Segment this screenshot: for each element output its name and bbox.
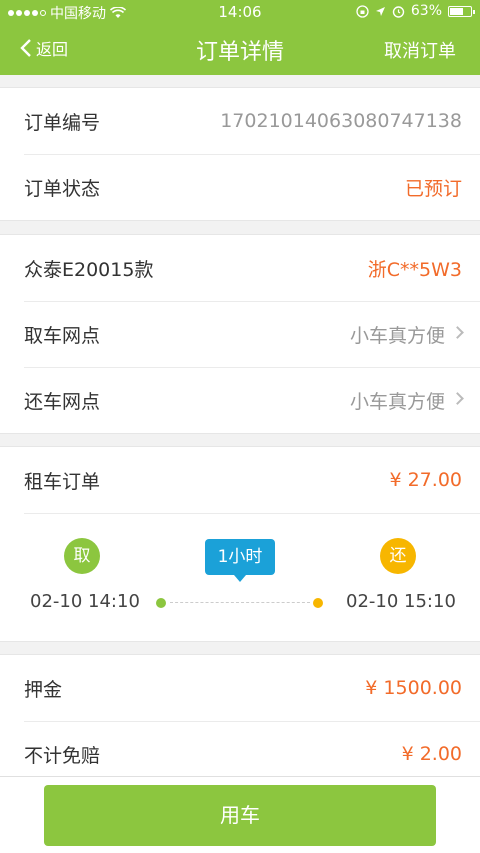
insurance-label: 不计免赔 xyxy=(24,744,101,767)
vehicle-row: 众泰E20015款 浙C**5W3 xyxy=(0,235,480,301)
pickup-location-row[interactable]: 取车网点 小车真方便 xyxy=(0,301,480,367)
end-dot xyxy=(313,598,323,608)
header: 中国移动 14:06 63% 返回 订单详情 取消订单 xyxy=(0,0,480,75)
chevron-right-icon xyxy=(451,391,464,405)
battery-fill xyxy=(450,7,463,15)
pickup-location-label: 取车网点 xyxy=(24,324,101,347)
order-number-label: 订单编号 xyxy=(24,111,101,134)
start-time: 02-10 14:10 xyxy=(30,591,140,612)
rental-order-price: ¥ 27.00 xyxy=(389,469,462,491)
deposit-label: 押金 xyxy=(24,678,63,701)
location-icon xyxy=(375,6,385,16)
lock-rotation-icon xyxy=(356,4,369,18)
order-status-value: 已预订 xyxy=(404,177,462,200)
order-status-label: 订单状态 xyxy=(24,177,101,200)
order-info-section: 订单编号 17021014063080747138 订单状态 已预订 xyxy=(0,87,480,221)
timeline-line xyxy=(170,602,310,603)
fees-section: 押金 ¥ 1500.00 不计免赔 ¥ 2.00 xyxy=(0,654,480,787)
return-location-value-wrap: 小车真方便 xyxy=(349,387,464,414)
chevron-right-icon xyxy=(451,325,464,339)
duration-tooltip: 1小时 xyxy=(205,539,275,582)
vehicle-model: 众泰E20015款 xyxy=(24,258,154,281)
battery-percent: 63% xyxy=(410,3,442,19)
vehicle-plate: 浙C**5W3 xyxy=(367,258,462,281)
deposit-value: ¥ 1500.00 xyxy=(365,677,462,699)
return-badge: 还 xyxy=(380,538,416,574)
use-car-button[interactable]: 用车 xyxy=(44,785,436,846)
return-location-row[interactable]: 还车网点 小车真方便 xyxy=(0,367,480,433)
status-right: 63% xyxy=(356,3,475,19)
return-location-value: 小车真方便 xyxy=(349,390,445,413)
rental-timeline: 取 1小时 还 02-10 14:10 02-10 15:10 xyxy=(0,513,480,641)
order-status-row: 订单状态 已预订 xyxy=(0,154,480,220)
cancel-order-button[interactable]: 取消订单 xyxy=(384,37,456,63)
rental-order-row: 租车订单 ¥ 27.00 xyxy=(0,447,480,513)
alarm-icon xyxy=(392,5,405,18)
battery-icon xyxy=(448,5,475,17)
rental-order-label: 租车订单 xyxy=(24,470,101,493)
bottom-action-bar: 用车 xyxy=(0,776,480,853)
vehicle-section: 众泰E20015款 浙C**5W3 取车网点 小车真方便 还车网点 小车真方便 xyxy=(0,234,480,434)
pickup-location-value: 小车真方便 xyxy=(349,324,445,347)
order-number-row: 订单编号 17021014063080747138 xyxy=(0,88,480,154)
rental-section: 租车订单 ¥ 27.00 取 1小时 还 02-10 14:10 02-10 1… xyxy=(0,446,480,642)
order-number-value: 17021014063080747138 xyxy=(220,110,462,132)
return-location-label: 还车网点 xyxy=(24,390,101,413)
end-time: 02-10 15:10 xyxy=(346,591,456,612)
nav-bar: 返回 订单详情 取消订单 xyxy=(0,24,480,75)
deposit-row: 押金 ¥ 1500.00 xyxy=(0,655,480,721)
pickup-location-value-wrap: 小车真方便 xyxy=(349,321,464,348)
status-bar: 中国移动 14:06 63% xyxy=(0,0,480,24)
insurance-value: ¥ 2.00 xyxy=(401,743,462,765)
pickup-badge: 取 xyxy=(64,538,100,574)
start-dot xyxy=(156,598,166,608)
